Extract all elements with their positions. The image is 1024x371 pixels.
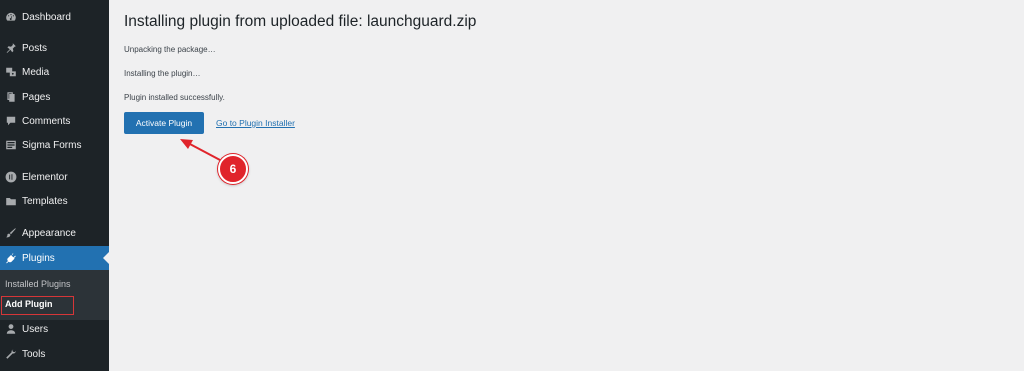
dashboard-icon <box>5 11 17 23</box>
sidebar-item-label: Pages <box>22 91 51 103</box>
status-message: Unpacking the package… <box>124 45 216 54</box>
comments-icon <box>5 115 17 127</box>
sidebar-item-comments[interactable]: Comments <box>0 109 109 133</box>
sidebar-item-label: Posts <box>22 42 48 54</box>
sidebar-item-label: Comments <box>22 115 71 127</box>
activate-plugin-button[interactable]: Activate Plugin <box>124 112 204 134</box>
annotation-arrow <box>180 139 221 161</box>
pin-icon <box>5 42 17 54</box>
wrench-icon <box>5 348 17 360</box>
sidebar-item-label: Users <box>22 323 49 335</box>
sidebar-item-label: Media <box>22 66 50 78</box>
sidebar-item-plugins[interactable]: Plugins <box>0 246 109 270</box>
step-number-badge: 6 <box>218 154 248 184</box>
sidebar-item-label: Dashboard <box>22 11 71 23</box>
sidebar-item-elementor[interactable]: Elementor <box>0 165 109 189</box>
sidebar-item-users[interactable]: Users <box>0 317 109 341</box>
folder-icon <box>5 195 17 207</box>
pages-icon <box>5 91 17 103</box>
sidebar-item-dashboard[interactable]: Dashboard <box>0 5 109 29</box>
active-indicator <box>103 252 109 264</box>
sidebar-item-sigma-forms[interactable]: Sigma Forms <box>0 133 109 157</box>
go-to-plugin-installer-link[interactable]: Go to Plugin Installer <box>216 118 295 128</box>
sidebar-item-label: Tools <box>22 348 46 360</box>
status-message: Installing the plugin… <box>124 69 201 78</box>
sidebar-item-label: Sigma Forms <box>22 139 82 151</box>
sidebar-item-templates[interactable]: Templates <box>0 189 109 213</box>
elementor-icon <box>5 171 17 183</box>
sidebar-item-appearance[interactable]: Appearance <box>0 221 109 245</box>
status-message: Plugin installed successfully. <box>124 93 225 102</box>
add-plugin-highlight <box>1 296 74 315</box>
admin-sidebar: Dashboard Posts Media Pages Comments Sig… <box>0 0 109 371</box>
brush-icon <box>5 227 17 239</box>
sidebar-item-label: Templates <box>22 195 68 207</box>
submenu-installed-plugins[interactable]: Installed Plugins <box>5 279 71 289</box>
sidebar-item-label: Appearance <box>22 227 76 239</box>
sidebar-item-label: Elementor <box>22 171 68 183</box>
sidebar-item-pages[interactable]: Pages <box>0 85 109 109</box>
page-title: Installing plugin from uploaded file: la… <box>124 13 477 30</box>
forms-icon <box>5 139 17 151</box>
sidebar-item-posts[interactable]: Posts <box>0 36 109 60</box>
sidebar-item-media[interactable]: Media <box>0 60 109 84</box>
sidebar-item-label: Plugins <box>22 252 55 264</box>
plugin-icon <box>5 252 17 264</box>
sidebar-item-tools[interactable]: Tools <box>0 342 109 366</box>
user-icon <box>5 323 17 335</box>
media-icon <box>5 66 17 78</box>
